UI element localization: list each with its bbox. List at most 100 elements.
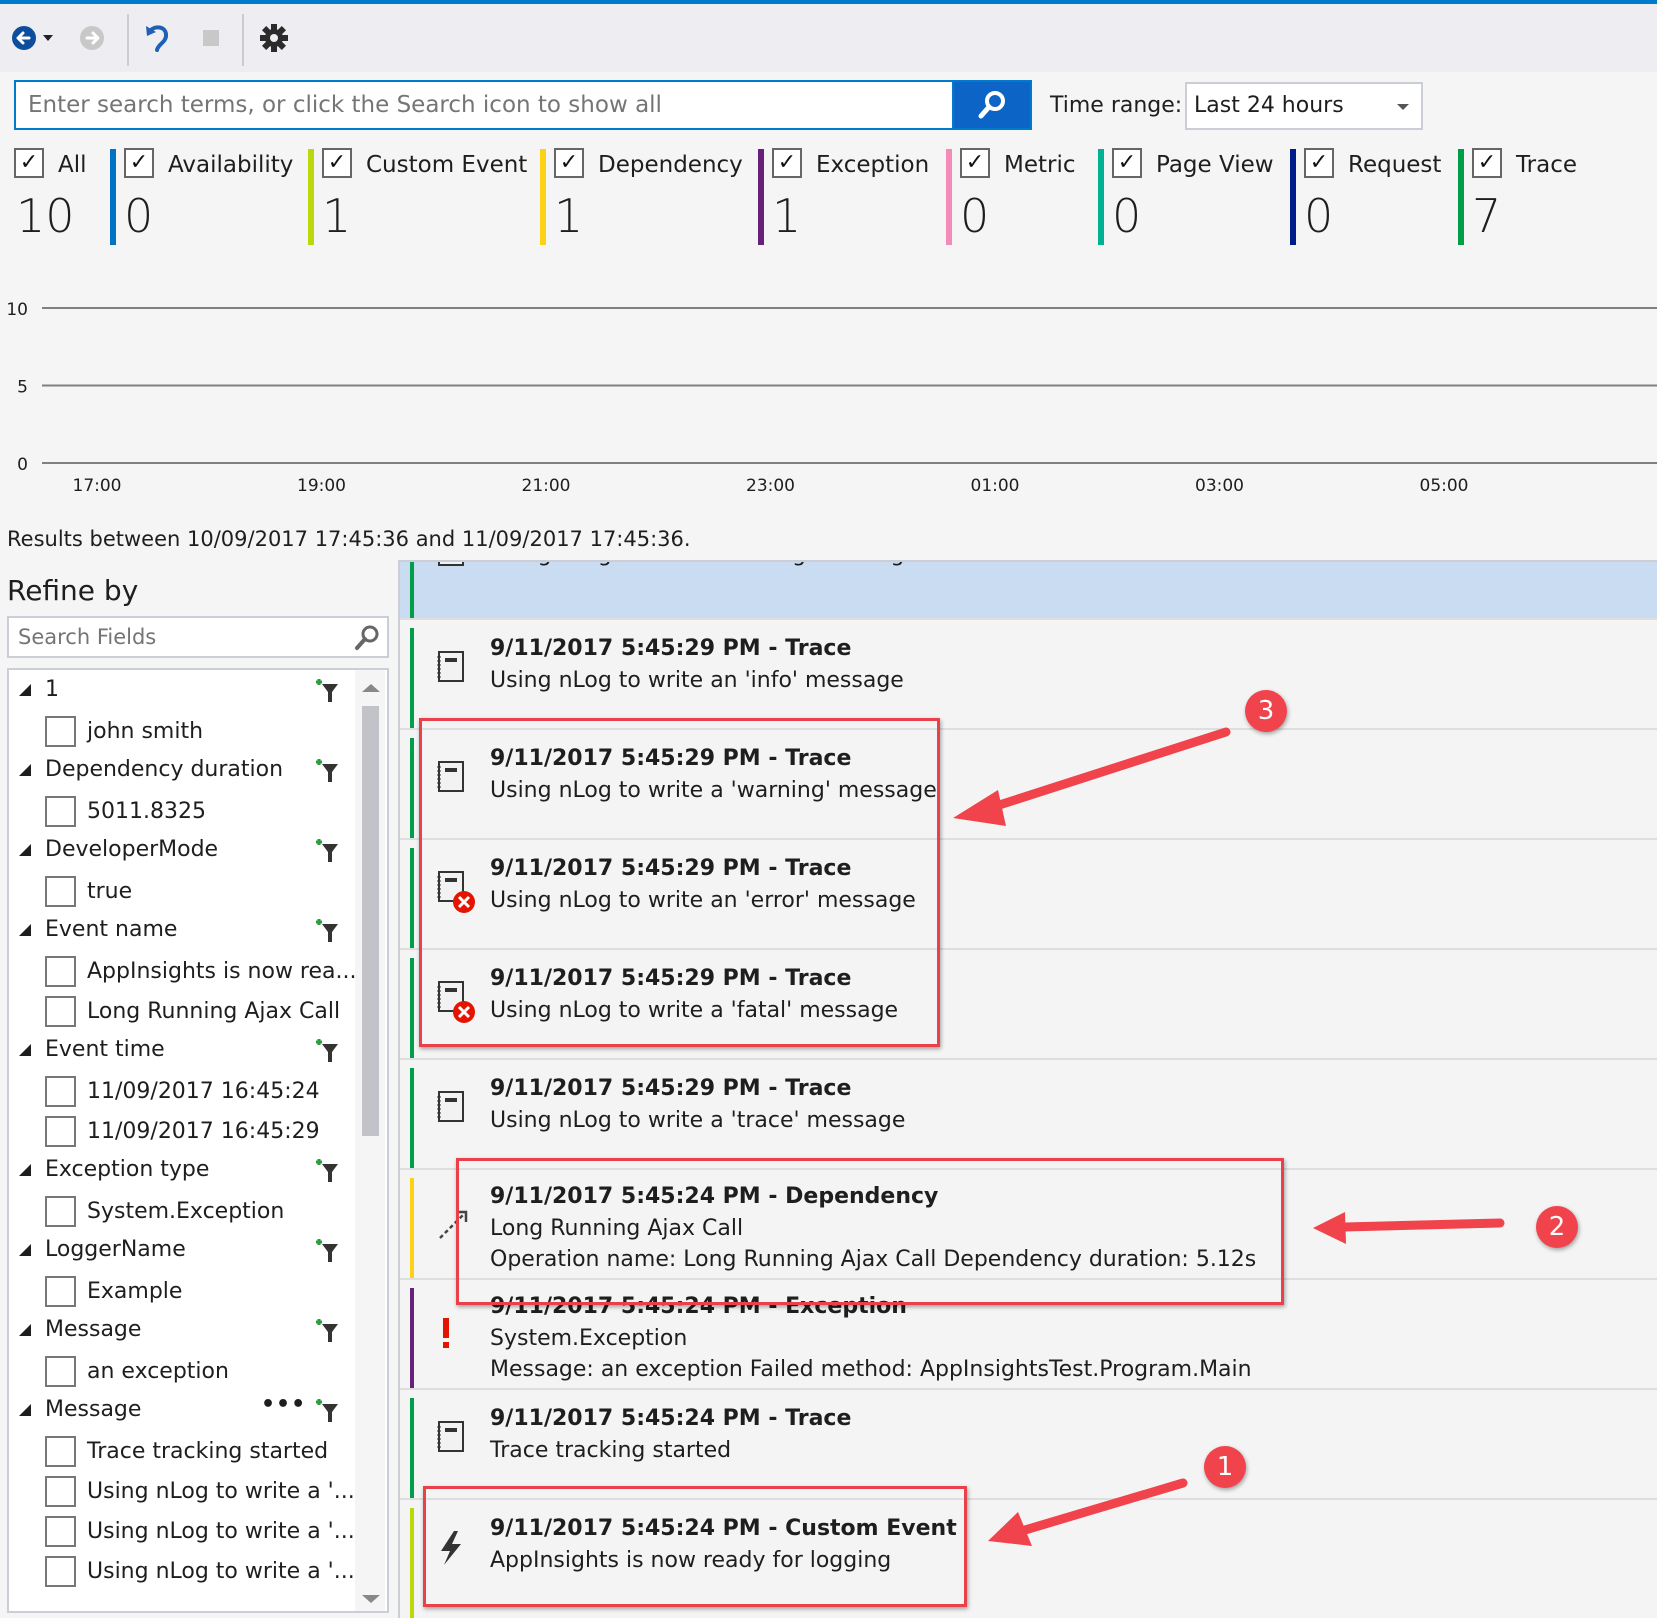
- facet-checkbox[interactable]: [45, 1116, 76, 1147]
- facet-item-label[interactable]: john smith: [87, 719, 203, 744]
- scroll-down-arrow[interactable]: [362, 1595, 380, 1603]
- facet-group-header[interactable]: Event name: [9, 910, 354, 950]
- facet-checkbox[interactable]: [45, 1476, 76, 1507]
- facet-item-label[interactable]: Using nLog to write a '...: [87, 1479, 355, 1504]
- facet-group-header[interactable]: LoggerName: [9, 1230, 354, 1270]
- search-button[interactable]: [952, 80, 1032, 130]
- facet-checkbox[interactable]: [45, 1356, 76, 1387]
- facet-item-label[interactable]: an exception: [87, 1359, 229, 1384]
- facet-checkbox[interactable]: [45, 1196, 76, 1227]
- expand-triangle-icon[interactable]: [19, 1404, 31, 1416]
- facet-checkbox[interactable]: [45, 996, 76, 1027]
- add-filter-icon[interactable]: [314, 676, 340, 710]
- filter-label[interactable]: Metric: [1004, 152, 1076, 178]
- result-row[interactable]: Using nLog to write a 'debug' message: [400, 562, 1657, 620]
- fields-search-input[interactable]: [9, 618, 329, 656]
- facet-checkbox[interactable]: [45, 1076, 76, 1107]
- facet-checkbox[interactable]: [45, 1276, 76, 1307]
- filter-checkbox[interactable]: ✓: [1472, 148, 1502, 178]
- result-row[interactable]: 9/11/2017 5:45:24 PM - Exception System.E…: [400, 1282, 1657, 1390]
- facet-checkbox[interactable]: [45, 956, 76, 987]
- filter-checkbox[interactable]: ✓: [322, 148, 352, 178]
- facet-item-label[interactable]: 5011.8325: [87, 799, 206, 824]
- expand-triangle-icon[interactable]: [19, 764, 31, 776]
- filter-label[interactable]: Custom Event: [366, 152, 527, 178]
- facet-item-label[interactable]: Using nLog to write a '...: [87, 1559, 355, 1584]
- facet-checkbox[interactable]: [45, 876, 76, 907]
- add-filter-icon[interactable]: [314, 1396, 340, 1430]
- add-filter-icon[interactable]: [314, 756, 340, 790]
- filter-label[interactable]: Dependency: [598, 152, 743, 178]
- expand-triangle-icon[interactable]: [19, 684, 31, 696]
- expand-triangle-icon[interactable]: [19, 844, 31, 856]
- facet-group-header[interactable]: 1: [9, 670, 354, 710]
- add-filter-icon[interactable]: [314, 836, 340, 870]
- facet-item-label[interactable]: true: [87, 879, 132, 904]
- facet-group-header[interactable]: Exception type: [9, 1150, 354, 1190]
- type-color-bar: [1458, 149, 1464, 245]
- filter-label[interactable]: All: [58, 152, 87, 178]
- search-fields-button[interactable]: [353, 624, 381, 656]
- facet-item-label[interactable]: 11/09/2017 16:45:24: [87, 1079, 320, 1104]
- filter-checkbox[interactable]: ✓: [960, 148, 990, 178]
- settings-button[interactable]: [258, 22, 290, 54]
- facet-checkbox[interactable]: [45, 1556, 76, 1587]
- facet-group-header[interactable]: Message •••: [9, 1390, 354, 1430]
- facet-item-label[interactable]: Example: [87, 1279, 182, 1304]
- result-row[interactable]: 9/11/2017 5:45:29 PM - Trace Using nLog t…: [400, 732, 1657, 840]
- back-history-dropdown[interactable]: [38, 22, 58, 54]
- filter-label[interactable]: Request: [1348, 152, 1441, 178]
- result-row[interactable]: 9/11/2017 5:45:24 PM - Trace Trace tracki…: [400, 1392, 1657, 1500]
- add-filter-icon[interactable]: [314, 916, 340, 950]
- result-row[interactable]: 9/11/2017 5:45:29 PM - Trace Using nLog t…: [400, 842, 1657, 950]
- more-options-icon[interactable]: •••: [261, 1392, 306, 1417]
- add-filter-icon[interactable]: [314, 1036, 340, 1070]
- add-filter-icon[interactable]: [314, 1156, 340, 1190]
- time-range-select[interactable]: Last 24 hours: [1185, 82, 1423, 130]
- facets-scrollbar[interactable]: [355, 670, 385, 1611]
- expand-triangle-icon[interactable]: [19, 1324, 31, 1336]
- scrollbar-thumb[interactable]: [362, 706, 379, 1136]
- facet-group-header[interactable]: Message: [9, 1310, 354, 1350]
- scroll-up-arrow[interactable]: [362, 684, 380, 692]
- facet-checkbox[interactable]: [45, 796, 76, 827]
- filter-label[interactable]: Page View: [1156, 152, 1274, 178]
- expand-triangle-icon[interactable]: [19, 1164, 31, 1176]
- facet-item-label[interactable]: Trace tracking started: [87, 1439, 328, 1464]
- result-row[interactable]: 9/11/2017 5:45:29 PM - Trace Using nLog t…: [400, 952, 1657, 1060]
- result-row[interactable]: 9/11/2017 5:45:24 PM - Dependency Long Ru…: [400, 1172, 1657, 1280]
- filter-label[interactable]: Trace: [1516, 152, 1577, 178]
- filter-checkbox[interactable]: ✓: [1304, 148, 1334, 178]
- result-row[interactable]: 9/11/2017 5:45:24 PM - Custom Event AppIn…: [400, 1502, 1657, 1618]
- facet-item-label[interactable]: 11/09/2017 16:45:29: [87, 1119, 320, 1144]
- facet-item-label[interactable]: System.Exception: [87, 1199, 284, 1224]
- result-row[interactable]: 9/11/2017 5:45:29 PM - Trace Using nLog t…: [400, 1062, 1657, 1170]
- facet-checkbox[interactable]: [45, 1436, 76, 1467]
- facet-item-label[interactable]: AppInsights is now rea...: [87, 959, 357, 984]
- facet-item-label[interactable]: Using nLog to write a '...: [87, 1519, 355, 1544]
- back-button[interactable]: [8, 22, 40, 54]
- filter-checkbox[interactable]: ✓: [772, 148, 802, 178]
- facet-group-header[interactable]: Event time: [9, 1030, 354, 1070]
- facet-group-header[interactable]: DeveloperMode: [9, 830, 354, 870]
- expand-triangle-icon[interactable]: [19, 924, 31, 936]
- refresh-button[interactable]: [142, 22, 174, 54]
- forward-button[interactable]: [76, 22, 108, 54]
- filter-checkbox[interactable]: ✓: [14, 148, 44, 178]
- facet-checkbox[interactable]: [45, 1516, 76, 1547]
- facet-group-header[interactable]: Dependency duration: [9, 750, 354, 790]
- filter-checkbox[interactable]: ✓: [124, 148, 154, 178]
- add-filter-icon[interactable]: [314, 1316, 340, 1350]
- filter-label[interactable]: Availability: [168, 152, 293, 178]
- filter-label[interactable]: Exception: [816, 152, 929, 178]
- add-filter-icon[interactable]: [314, 1236, 340, 1270]
- search-input[interactable]: [16, 82, 952, 128]
- expand-triangle-icon[interactable]: [19, 1244, 31, 1256]
- stop-button[interactable]: [195, 22, 227, 54]
- filter-checkbox[interactable]: ✓: [1112, 148, 1142, 178]
- facet-item-label[interactable]: Long Running Ajax Call: [87, 999, 340, 1024]
- expand-triangle-icon[interactable]: [19, 1044, 31, 1056]
- facet-checkbox[interactable]: [45, 716, 76, 747]
- result-row[interactable]: 9/11/2017 5:45:29 PM - Trace Using nLog t…: [400, 622, 1657, 730]
- filter-checkbox[interactable]: ✓: [554, 148, 584, 178]
